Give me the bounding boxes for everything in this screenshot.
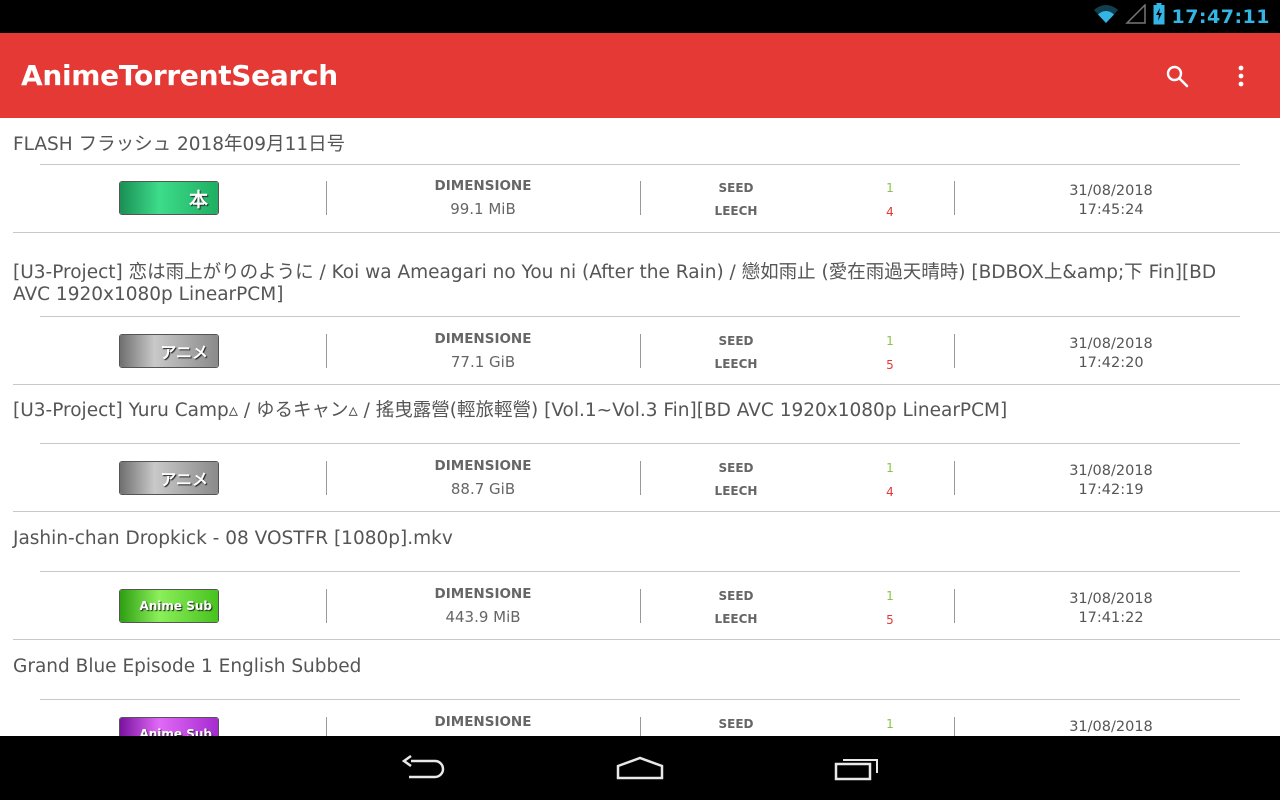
leech-label: LEECH bbox=[714, 484, 758, 498]
seed-value: 1 bbox=[886, 181, 894, 195]
anime-sub-category-icon: Anime Sub bbox=[119, 589, 219, 623]
size-label: DIMENSIONE bbox=[434, 178, 532, 194]
list-item[interactable]: Grand Blue Episode 1 English Subbed Anim… bbox=[0, 640, 1280, 736]
divider bbox=[954, 181, 955, 215]
status-bar: 17:47:11 bbox=[0, 0, 1280, 33]
divider bbox=[40, 164, 1240, 165]
leech-label: LEECH bbox=[714, 204, 758, 218]
divider bbox=[954, 589, 955, 623]
torrent-details: アニメ DIMENSIONE 77.1 GiB SEED 1 LEECH 5 3… bbox=[0, 325, 1280, 379]
anime-sub-category-icon: Anime Sub bbox=[119, 717, 219, 736]
anime-raw-category-icon: アニメ bbox=[119, 334, 219, 368]
navigation-bar bbox=[0, 736, 1280, 800]
time-value: 17:45:24 bbox=[1078, 202, 1144, 218]
category-label: 本 bbox=[188, 188, 208, 211]
torrent-title: [U3-Project] 恋は雨上がりのように / Koi wa Ameagar… bbox=[13, 262, 1217, 305]
seed-label: SEED bbox=[718, 181, 754, 195]
size-label: DIMENSIONE bbox=[434, 586, 532, 602]
divider bbox=[640, 181, 641, 215]
leech-value: 4 bbox=[886, 485, 894, 499]
divider bbox=[40, 316, 1240, 317]
size-label: DIMENSIONE bbox=[434, 458, 532, 474]
time-value: 17:42:20 bbox=[1078, 355, 1144, 371]
date-value: 31/08/2018 bbox=[1069, 591, 1153, 607]
seed-value: 1 bbox=[886, 717, 894, 731]
size-value: 99.1 MiB bbox=[450, 200, 516, 218]
date-value: 31/08/2018 bbox=[1069, 719, 1153, 735]
more-vert-icon[interactable] bbox=[1224, 59, 1258, 93]
divider bbox=[13, 384, 1280, 385]
size-value: 443.9 MiB bbox=[445, 608, 521, 626]
list-item[interactable]: Jashin-chan Dropkick - 08 VOSTFR [1080p]… bbox=[0, 512, 1280, 640]
divider bbox=[954, 334, 955, 368]
leech-label: LEECH bbox=[714, 357, 758, 371]
torrent-title: Grand Blue Episode 1 English Subbed bbox=[13, 656, 362, 677]
divider bbox=[640, 334, 641, 368]
leech-label: LEECH bbox=[714, 612, 758, 626]
anime-raw-category-icon: アニメ bbox=[119, 461, 219, 495]
size-label: DIMENSIONE bbox=[434, 331, 532, 347]
status-icons: 17:47:11 bbox=[1093, 3, 1270, 30]
category-label: Anime Sub bbox=[139, 727, 212, 736]
torrent-details: アニメ DIMENSIONE 88.7 GiB SEED 1 LEECH 4 3… bbox=[0, 452, 1280, 506]
leech-value: 4 bbox=[886, 205, 894, 219]
seed-value: 1 bbox=[886, 334, 894, 348]
torrent-title: [U3-Project] Yuru Camp▵ / ゆるキャン▵ / 搖曳露營(… bbox=[13, 400, 1008, 421]
leech-value: 5 bbox=[886, 358, 894, 372]
size-value: 88.7 GiB bbox=[450, 480, 516, 498]
divider bbox=[326, 334, 327, 368]
divider bbox=[326, 181, 327, 215]
category-label: アニメ bbox=[160, 343, 208, 362]
divider bbox=[40, 571, 1240, 572]
date-value: 31/08/2018 bbox=[1069, 463, 1153, 479]
torrent-details: 本 DIMENSIONE 99.1 MiB SEED 1 LEECH 4 31/… bbox=[0, 172, 1280, 226]
back-icon[interactable] bbox=[379, 736, 469, 800]
torrent-list[interactable]: FLASH フラッシュ 2018年09月11日号 本 DIMENSIONE 99… bbox=[0, 118, 1280, 736]
divider bbox=[954, 717, 955, 736]
battery-charging-icon bbox=[1153, 3, 1165, 30]
divider bbox=[640, 589, 641, 623]
category-label: Anime Sub bbox=[139, 599, 212, 613]
divider bbox=[640, 717, 641, 736]
torrent-details: Anime Sub DIMENSIONE 443.9 MiB SEED 1 LE… bbox=[0, 580, 1280, 634]
seed-label: SEED bbox=[718, 334, 754, 348]
divider bbox=[40, 443, 1240, 444]
leech-value: 5 bbox=[886, 613, 894, 627]
size-label: DIMENSIONE bbox=[434, 714, 532, 730]
torrent-title: Jashin-chan Dropkick - 08 VOSTFR [1080p]… bbox=[13, 528, 453, 549]
seed-label: SEED bbox=[718, 461, 754, 475]
list-item[interactable]: [U3-Project] Yuru Camp▵ / ゆるキャン▵ / 搖曳露營(… bbox=[0, 384, 1280, 512]
date-value: 31/08/2018 bbox=[1069, 183, 1153, 199]
torrent-details: Anime Sub DIMENSIONE SEED 1 31/08/2018 bbox=[0, 708, 1280, 736]
recent-apps-icon[interactable] bbox=[812, 736, 902, 800]
book-category-icon: 本 bbox=[119, 181, 219, 215]
seed-label: SEED bbox=[718, 589, 754, 603]
search-icon[interactable] bbox=[1160, 59, 1194, 93]
divider bbox=[954, 461, 955, 495]
app-title: AnimeTorrentSearch bbox=[21, 59, 338, 92]
list-item[interactable]: FLASH フラッシュ 2018年09月11日号 本 DIMENSIONE 99… bbox=[0, 118, 1280, 246]
signal-icon bbox=[1125, 3, 1147, 29]
time-value: 17:42:19 bbox=[1078, 482, 1144, 498]
list-item[interactable]: [U3-Project] 恋は雨上がりのように / Koi wa Ameagar… bbox=[0, 233, 1280, 384]
time-value: 17:41:22 bbox=[1078, 610, 1144, 626]
size-value: 77.1 GiB bbox=[450, 353, 516, 371]
seed-value: 1 bbox=[886, 461, 894, 475]
divider bbox=[326, 461, 327, 495]
divider bbox=[640, 461, 641, 495]
seed-value: 1 bbox=[886, 589, 894, 603]
divider bbox=[326, 589, 327, 623]
seed-label: SEED bbox=[718, 717, 754, 731]
wifi-icon bbox=[1093, 4, 1119, 29]
app-bar: AnimeTorrentSearch bbox=[0, 33, 1280, 118]
date-value: 31/08/2018 bbox=[1069, 336, 1153, 352]
status-time: 17:47:11 bbox=[1171, 5, 1270, 28]
divider bbox=[326, 717, 327, 736]
torrent-title: FLASH フラッシュ 2018年09月11日号 bbox=[13, 134, 346, 155]
home-icon[interactable] bbox=[595, 736, 685, 800]
category-label: アニメ bbox=[160, 470, 208, 489]
divider bbox=[40, 699, 1240, 700]
